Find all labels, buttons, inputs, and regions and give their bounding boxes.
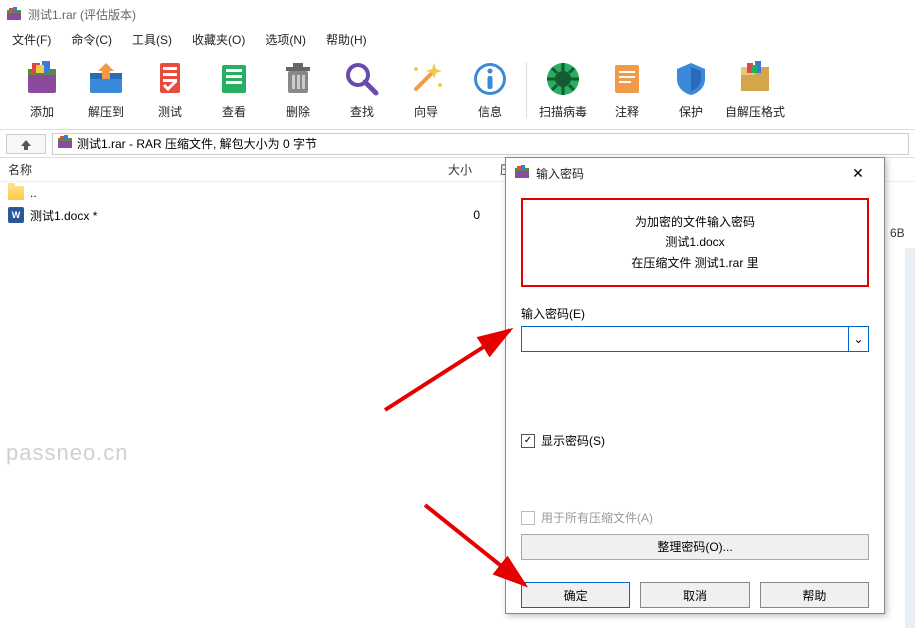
help-button[interactable]: 帮助 bbox=[760, 582, 869, 608]
path-row: 测试1.rar - RAR 压缩文件, 解包大小为 0 字节 bbox=[0, 130, 915, 158]
protect-icon bbox=[671, 59, 711, 99]
close-icon: ✕ bbox=[852, 165, 864, 182]
manage-passwords-button[interactable]: 整理密码(O)... bbox=[521, 534, 869, 560]
view-icon bbox=[214, 59, 254, 99]
toolbar: 添加 解压到 测试 查看 删除 查找 向导 信息 扫描病毒 注释 保护 bbox=[0, 50, 915, 130]
dialog-titlebar[interactable]: 输入密码 ✕ bbox=[506, 158, 884, 188]
toolbar-protect[interactable]: 保护 bbox=[659, 54, 723, 126]
menu-command[interactable]: 命令(C) bbox=[63, 29, 120, 50]
dialog-button-row: 确定 取消 帮助 bbox=[506, 570, 884, 620]
password-dropdown[interactable]: ⌄ bbox=[849, 326, 869, 352]
msg-line1: 为加密的文件输入密码 bbox=[533, 212, 857, 232]
archive-small-icon bbox=[514, 164, 530, 183]
toolbar-find[interactable]: 查找 bbox=[330, 54, 394, 126]
toolbar-separator bbox=[526, 62, 527, 118]
show-password-checkbox[interactable]: ✓ bbox=[521, 434, 535, 448]
app-icon bbox=[6, 6, 22, 22]
window-titlebar: 测试1.rar (评估版本) bbox=[0, 0, 915, 28]
dialog-message-box: 为加密的文件输入密码 测试1.docx 在压缩文件 测试1.rar 里 bbox=[521, 198, 869, 287]
password-input-wrap: ⌄ bbox=[521, 326, 869, 352]
archive-add-icon bbox=[22, 59, 62, 99]
show-password-row[interactable]: ✓ 显示密码(S) bbox=[521, 432, 869, 449]
dialog-title: 输入密码 bbox=[536, 165, 584, 182]
msg-line2: 测试1.docx bbox=[533, 232, 857, 252]
toolbar-scan[interactable]: 扫描病毒 bbox=[531, 54, 595, 126]
msg-line3: 在压缩文件 测试1.rar 里 bbox=[533, 253, 857, 273]
info-icon bbox=[470, 59, 510, 99]
ok-button[interactable]: 确定 bbox=[521, 582, 630, 608]
menu-help[interactable]: 帮助(H) bbox=[318, 29, 375, 50]
sfx-icon bbox=[735, 59, 775, 99]
password-dialog: 输入密码 ✕ 为加密的文件输入密码 测试1.docx 在压缩文件 测试1.rar… bbox=[505, 157, 885, 614]
path-box[interactable]: 测试1.rar - RAR 压缩文件, 解包大小为 0 字节 bbox=[52, 133, 909, 155]
dialog-body: 为加密的文件输入密码 测试1.docx 在压缩文件 测试1.rar 里 输入密码… bbox=[506, 188, 884, 570]
toolbar-add[interactable]: 添加 bbox=[10, 54, 74, 126]
up-button[interactable] bbox=[6, 134, 46, 154]
show-password-label: 显示密码(S) bbox=[541, 432, 605, 449]
dialog-close-button[interactable]: ✕ bbox=[840, 160, 876, 186]
up-label: .. bbox=[30, 186, 37, 200]
find-icon bbox=[342, 59, 382, 99]
docx-icon bbox=[8, 207, 24, 223]
toolbar-test[interactable]: 测试 bbox=[138, 54, 202, 126]
chevron-down-icon: ⌄ bbox=[853, 332, 863, 346]
wizard-icon bbox=[406, 59, 446, 99]
comment-icon bbox=[607, 59, 647, 99]
test-icon bbox=[150, 59, 190, 99]
menu-bar: 文件(F) 命令(C) 工具(S) 收藏夹(O) 选项(N) 帮助(H) bbox=[0, 28, 915, 50]
right-column-hint: 6B bbox=[890, 222, 915, 244]
archive-small-icon bbox=[57, 134, 73, 153]
virus-scan-icon bbox=[543, 59, 583, 99]
toolbar-comment[interactable]: 注释 bbox=[595, 54, 659, 126]
file-name: 测试1.docx * bbox=[30, 207, 97, 224]
window-title: 测试1.rar (评估版本) bbox=[28, 6, 136, 23]
right-shade bbox=[905, 248, 915, 628]
all-archives-row: 用于所有压缩文件(A) bbox=[521, 509, 869, 526]
toolbar-wizard[interactable]: 向导 bbox=[394, 54, 458, 126]
toolbar-info[interactable]: 信息 bbox=[458, 54, 522, 126]
cancel-button[interactable]: 取消 bbox=[640, 582, 749, 608]
folder-icon bbox=[8, 186, 24, 200]
toolbar-extract[interactable]: 解压到 bbox=[74, 54, 138, 126]
watermark: passneo.cn bbox=[6, 440, 129, 466]
menu-favorites[interactable]: 收藏夹(O) bbox=[184, 29, 253, 50]
path-text: 测试1.rar - RAR 压缩文件, 解包大小为 0 字节 bbox=[77, 135, 317, 152]
toolbar-sfx[interactable]: 自解压格式 bbox=[723, 54, 787, 126]
toolbar-delete[interactable]: 删除 bbox=[266, 54, 330, 126]
file-size: 0 bbox=[420, 208, 480, 222]
up-arrow-icon bbox=[19, 138, 33, 150]
all-archives-checkbox bbox=[521, 511, 535, 525]
password-field-label: 输入密码(E) bbox=[521, 305, 869, 322]
menu-file[interactable]: 文件(F) bbox=[4, 29, 59, 50]
menu-tools[interactable]: 工具(S) bbox=[124, 29, 180, 50]
extract-icon bbox=[86, 59, 126, 99]
column-size[interactable]: 大小 bbox=[420, 161, 480, 178]
toolbar-view[interactable]: 查看 bbox=[202, 54, 266, 126]
menu-options[interactable]: 选项(N) bbox=[257, 29, 314, 50]
delete-icon bbox=[278, 59, 318, 99]
all-archives-label: 用于所有压缩文件(A) bbox=[541, 509, 653, 526]
password-input[interactable] bbox=[521, 326, 849, 352]
column-name[interactable]: 名称 bbox=[0, 161, 420, 178]
